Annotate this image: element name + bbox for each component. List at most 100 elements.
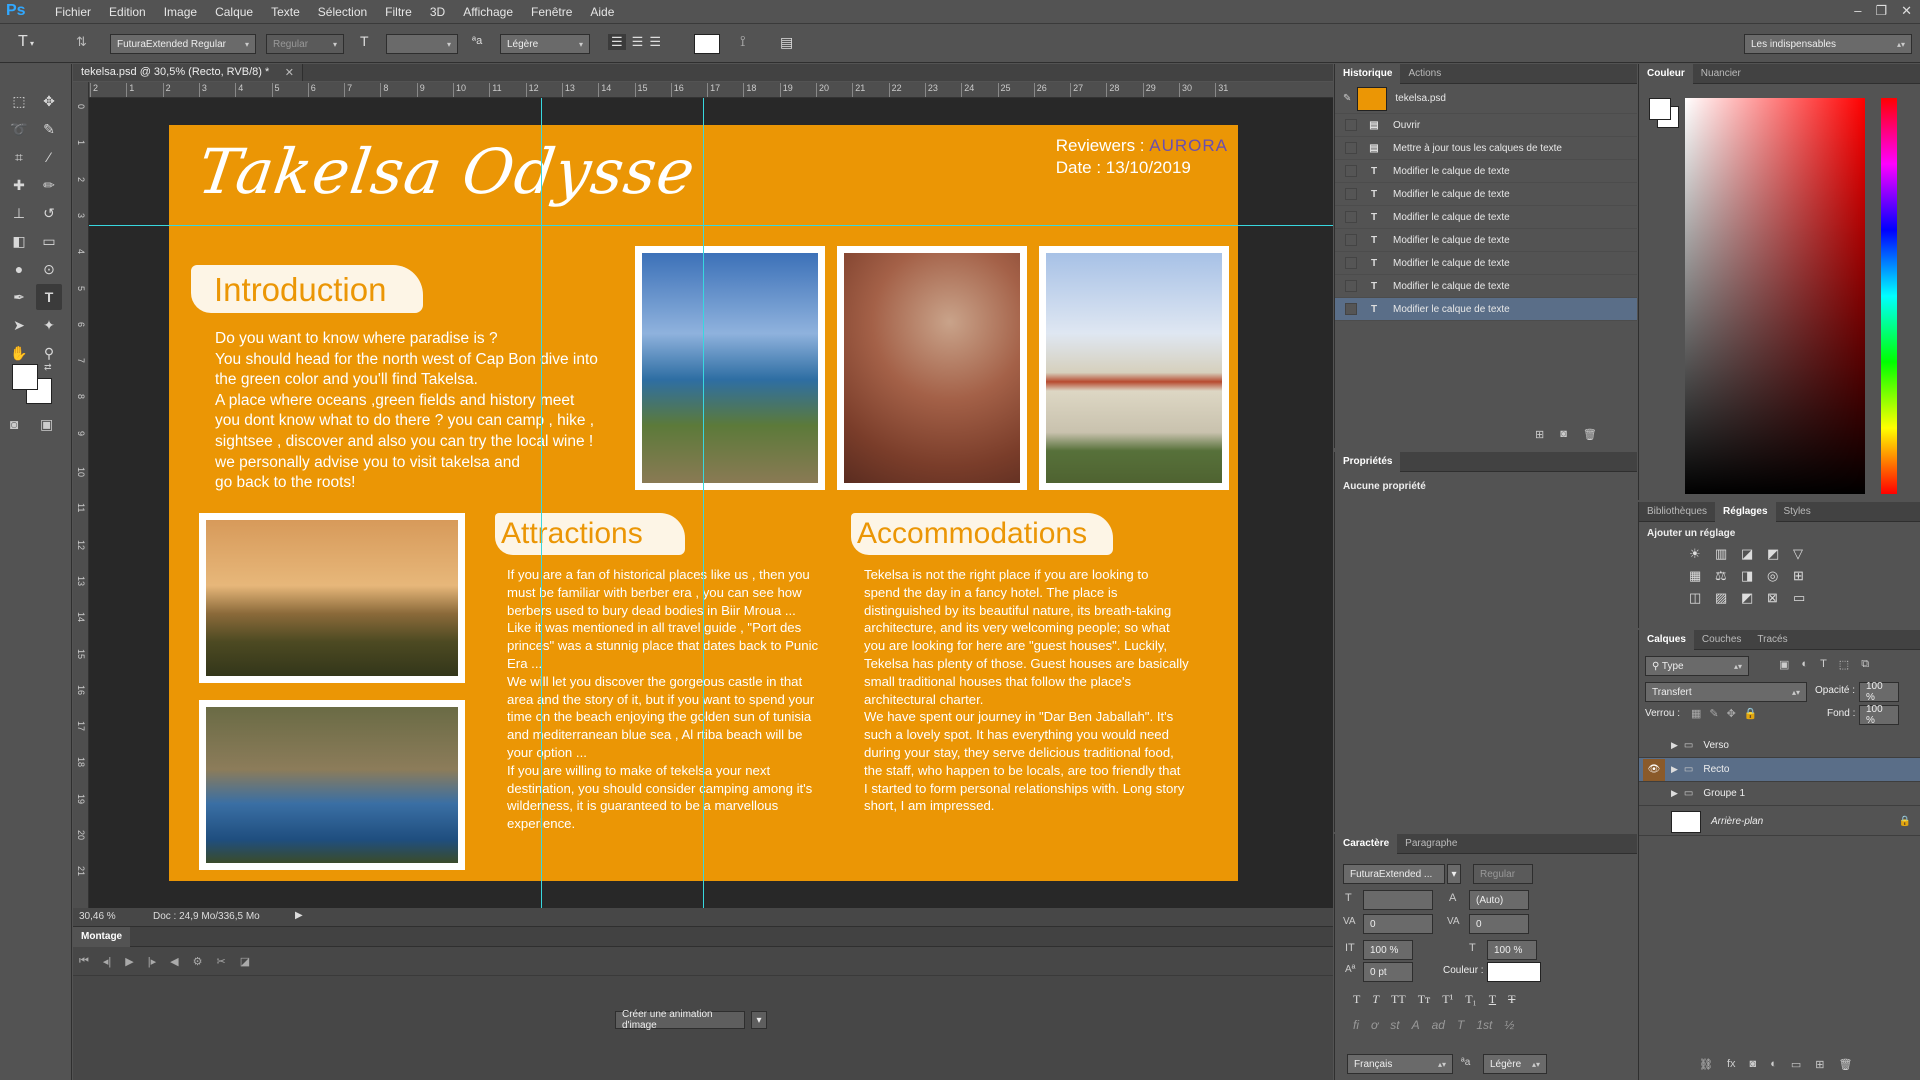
tab-paragraphe[interactable]: Paragraphe: [1397, 834, 1465, 854]
quick-selection-tool-icon[interactable]: ✎: [36, 116, 62, 142]
close-tab-icon[interactable]: ✕: [285, 66, 294, 79]
history-item[interactable]: T Modifier le calque de texte: [1335, 206, 1637, 229]
channel-mixer-icon[interactable]: ⊞: [1793, 568, 1817, 584]
hue-slider[interactable]: [1881, 98, 1897, 494]
document-tab[interactable]: tekelsa.psd @ 30,5% (Recto, RVB/8) * ✕: [73, 64, 303, 81]
vertical-guide-2[interactable]: [703, 98, 704, 908]
history-checkbox[interactable]: [1345, 257, 1357, 269]
fraction-icon[interactable]: ½: [1504, 1018, 1514, 1032]
faux-italic-icon[interactable]: T: [1372, 992, 1379, 1007]
menu-fenetre[interactable]: Fenêtre: [522, 0, 581, 24]
history-checkbox[interactable]: [1345, 211, 1357, 223]
levels-icon[interactable]: ▥: [1715, 546, 1739, 562]
char-font-dropdown-icon[interactable]: ▾: [1447, 864, 1461, 884]
type-tool-preset-icon[interactable]: T ▾: [18, 33, 34, 51]
close-icon[interactable]: ✕: [1901, 3, 1912, 19]
minimize-icon[interactable]: –: [1854, 3, 1861, 19]
blend-mode-select[interactable]: Transfert ▴▾: [1645, 682, 1807, 702]
strikethrough-icon[interactable]: T: [1508, 992, 1515, 1007]
font-size-select[interactable]: ▾: [386, 34, 458, 54]
ligature-icon[interactable]: fi: [1353, 1018, 1359, 1032]
eye-icon[interactable]: 👁: [1643, 758, 1665, 781]
superscript-icon[interactable]: T¹: [1442, 992, 1453, 1007]
timeline-tab[interactable]: Montage: [73, 926, 131, 947]
trash-icon[interactable]: 🗑: [1583, 428, 1597, 441]
char-tracking-field[interactable]: 0: [1469, 914, 1529, 934]
expand-arrow-icon[interactable]: ▶: [1671, 788, 1678, 799]
titling-icon[interactable]: ad: [1432, 1018, 1445, 1032]
horizontal-guide[interactable]: [89, 225, 1333, 226]
black-white-icon[interactable]: ◨: [1741, 568, 1765, 584]
transition-icon[interactable]: ◪: [240, 955, 250, 968]
delete-layer-icon[interactable]: 🗑: [1838, 1058, 1852, 1071]
hue-saturation-icon[interactable]: ▦: [1689, 568, 1713, 584]
type-tool-icon[interactable]: T: [36, 284, 62, 310]
char-color-swatch[interactable]: [1487, 962, 1541, 982]
menu-fichier[interactable]: Fichier: [46, 0, 100, 24]
healing-tool-icon[interactable]: ✚: [6, 172, 32, 198]
audio-icon[interactable]: ◀: [170, 955, 178, 968]
char-vscale-field[interactable]: 100 %: [1363, 940, 1413, 960]
layer-filter-select[interactable]: ⚲ Type ▴▾: [1645, 656, 1749, 676]
stamp-tool-icon[interactable]: ⊥: [6, 200, 32, 226]
history-checkbox[interactable]: [1345, 188, 1357, 200]
filter-smart-icon[interactable]: ⧉: [1861, 658, 1869, 671]
play-icon[interactable]: ▶: [125, 955, 133, 968]
photo-filter-icon[interactable]: ◎: [1767, 568, 1791, 584]
horizontal-ruler[interactable]: 2 1 2 3 4 5 6 7 8 9 10 11 12 13 14 15 16 17 18 19 20 21 22 23 24…: [88, 82, 1333, 98]
lock-position-icon[interactable]: ✥: [1727, 707, 1736, 720]
tab-traces[interactable]: Tracés: [1749, 630, 1795, 650]
new-layer-icon[interactable]: ⊞: [1815, 1058, 1824, 1071]
menu-image[interactable]: Image: [155, 0, 206, 24]
menu-texte[interactable]: Texte: [262, 0, 309, 24]
lock-pixels-icon[interactable]: ▦: [1691, 707, 1701, 720]
canvas-area[interactable]: Takelsa Odysse Reviewers : AURORA Date :…: [89, 98, 1333, 908]
align-left-icon[interactable]: ☰: [608, 34, 626, 50]
filter-adjust-icon[interactable]: ◐: [1801, 658, 1808, 671]
menu-aide[interactable]: Aide: [581, 0, 623, 24]
first-frame-icon[interactable]: ⏮: [79, 955, 89, 968]
tab-nuancier[interactable]: Nuancier: [1693, 64, 1749, 84]
antialias-select[interactable]: Légère ▾: [500, 34, 590, 54]
gradient-tool-icon[interactable]: ▭: [36, 228, 62, 254]
subscript-icon[interactable]: T₁: [1465, 992, 1477, 1007]
crop-tool-icon[interactable]: ⌗: [6, 144, 32, 170]
tab-actions[interactable]: Actions: [1400, 64, 1449, 84]
threshold-icon[interactable]: ◩: [1741, 590, 1765, 606]
character-panel-icon[interactable]: ▤: [780, 34, 793, 51]
history-checkbox[interactable]: [1345, 142, 1357, 154]
zoom-level[interactable]: 30,46 %: [79, 911, 116, 922]
history-checkbox[interactable]: [1345, 165, 1357, 177]
all-caps-icon[interactable]: TT: [1391, 992, 1406, 1007]
tab-couleur[interactable]: Couleur: [1639, 63, 1693, 84]
screen-mode-icon[interactable]: ▣: [40, 416, 53, 433]
tab-properties[interactable]: Propriétés: [1335, 451, 1401, 472]
camera-icon[interactable]: ◙: [1560, 428, 1567, 441]
selective-color-icon[interactable]: ⊠: [1767, 590, 1791, 606]
lock-paint-icon[interactable]: ✎: [1709, 707, 1718, 720]
move-tool-icon[interactable]: ✥: [36, 88, 62, 114]
align-center-icon[interactable]: ☰: [632, 34, 644, 50]
char-hscale-field[interactable]: 100 %: [1487, 940, 1537, 960]
pen-tool-icon[interactable]: ✒: [6, 284, 32, 310]
char-leading-field[interactable]: (Auto): [1469, 890, 1529, 910]
brush-source-icon[interactable]: ✎: [1343, 93, 1351, 104]
text-color-swatch[interactable]: [694, 34, 720, 54]
doc-info[interactable]: Doc : 24,9 Mo/336,5 Mo: [153, 911, 260, 922]
fx-icon[interactable]: fx: [1727, 1058, 1736, 1071]
stylistic-alt-icon[interactable]: A: [1412, 1018, 1420, 1032]
tab-historique[interactable]: Historique: [1335, 63, 1401, 84]
ordinal-icon[interactable]: T: [1457, 1018, 1464, 1032]
foreground-color-swatch[interactable]: [12, 364, 38, 390]
menu-3d[interactable]: 3D: [421, 0, 454, 24]
curves-icon[interactable]: ◪: [1741, 546, 1765, 562]
tab-caractere[interactable]: Caractère: [1335, 833, 1398, 854]
blur-tool-icon[interactable]: ●: [6, 256, 32, 282]
vibrance-icon[interactable]: ▽: [1793, 546, 1817, 562]
split-icon[interactable]: ✂: [217, 955, 226, 968]
exposure-icon[interactable]: ◩: [1767, 546, 1791, 562]
history-brush-tool-icon[interactable]: ↺: [36, 200, 62, 226]
brush-tool-icon[interactable]: ✏: [36, 172, 62, 198]
expand-arrow-icon[interactable]: ▶: [1671, 740, 1678, 751]
filter-pixel-icon[interactable]: ▣: [1779, 658, 1789, 671]
